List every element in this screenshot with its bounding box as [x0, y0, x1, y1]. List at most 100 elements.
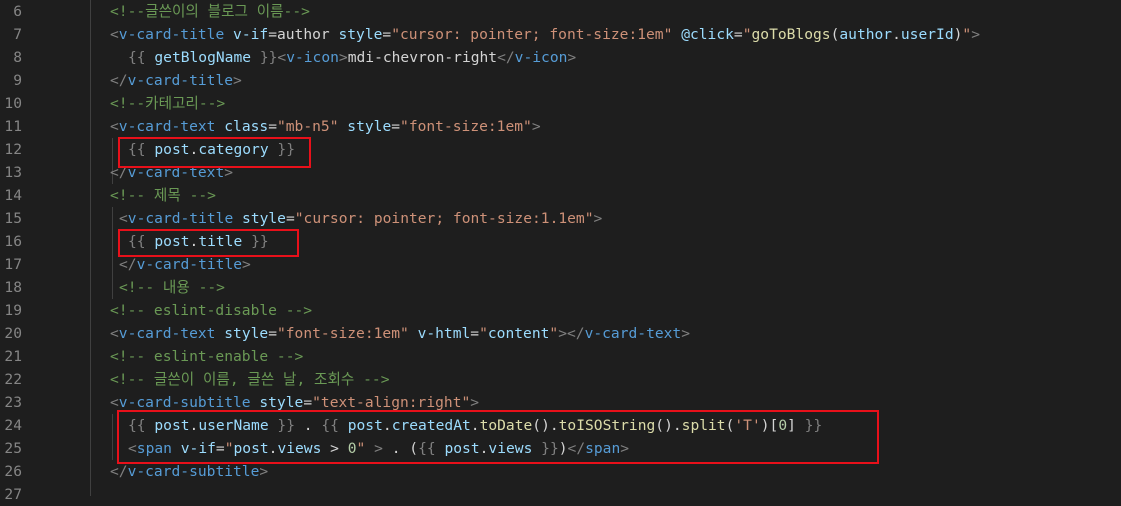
code-token: style [338, 26, 383, 43]
line-number: 18 [4, 279, 22, 296]
code-line[interactable]: <!-- 내용 --> [119, 276, 225, 299]
line-number: 12 [4, 141, 22, 158]
code-token: > [242, 256, 251, 273]
code-token: < [119, 210, 128, 227]
code-token: "font-size:1em" [276, 325, 409, 342]
code-line[interactable]: <!--글쓴이의 블로그 이름--> [110, 0, 310, 23]
line-number: 26 [4, 463, 22, 480]
code-token: > [259, 463, 269, 480]
code-token: < [110, 26, 119, 43]
line-number: 23 [4, 394, 22, 411]
code-line[interactable]: </v-card-title> [110, 69, 242, 92]
code-token: getBlogName [154, 49, 252, 66]
code-token: = [391, 118, 401, 135]
code-token: <!--글쓴이의 블로그 이름--> [110, 3, 310, 20]
code-token: v-card-text [118, 325, 216, 342]
code-token: > [233, 72, 242, 89]
code-token: </ [110, 72, 128, 89]
code-token: <!--카테고리--> [110, 95, 226, 112]
code-token: </ [110, 463, 128, 480]
code-token: " [962, 26, 972, 43]
code-token: < [110, 118, 119, 135]
line-number: 6 [13, 3, 22, 20]
code-token: = [268, 118, 277, 135]
code-token: > [971, 26, 980, 43]
code-token: = [285, 210, 295, 227]
code-token: v-card-title [136, 256, 243, 273]
code-token: @click [681, 26, 734, 43]
code-token: </ [497, 49, 515, 66]
code-line[interactable]: <v-card-title style="cursor: pointer; fo… [119, 207, 602, 230]
code-token: = [268, 325, 277, 342]
code-line[interactable]: <v-card-text style="font-size:1em" v-htm… [110, 322, 690, 345]
code-token: "text-align:right" [312, 394, 471, 411]
code-line[interactable]: <!-- eslint-enable --> [110, 345, 303, 368]
line-number: 8 [13, 49, 22, 66]
code-token: v-card-title [127, 72, 234, 89]
line-number: 20 [4, 325, 22, 342]
code-token: </ [119, 256, 137, 273]
code-token: v-card-title [118, 26, 225, 43]
code-token: v-card-subtitle [118, 394, 251, 411]
code-token: = [303, 394, 313, 411]
line-number: 19 [4, 302, 22, 319]
code-token: style [347, 118, 392, 135]
code-token: v-card-text [118, 118, 216, 135]
code-token: v-icon [514, 49, 568, 66]
code-token: <!-- 제목 --> [110, 187, 216, 204]
line-number-gutter: 6 7 8 9 10 11 12 13 14 15 16 17 18 19 20 21 22 23 24 25 26 27 [0, 0, 38, 503]
line-number: 27 [4, 486, 22, 503]
code-line[interactable]: <v-card-text class="mb-n5" style="font-s… [110, 115, 541, 138]
code-token: style [259, 394, 304, 411]
code-token: v-if [233, 26, 269, 43]
line-number: 15 [4, 210, 22, 227]
code-token: v-card-title [127, 210, 234, 227]
code-token: }} [259, 49, 278, 66]
code-token: v-card-subtitle [127, 463, 260, 480]
code-token: > [593, 210, 603, 227]
code-token: > [531, 118, 541, 135]
code-token: > [338, 49, 348, 66]
code-token: v-card-text [584, 325, 682, 342]
code-token: < [110, 394, 119, 411]
code-token: "cursor: pointer; font-size:1em" [391, 26, 673, 43]
code-token: > [567, 49, 577, 66]
code-line[interactable]: <!-- eslint-disable --> [110, 299, 312, 322]
line-number: 11 [4, 118, 22, 135]
code-token: style [242, 210, 286, 227]
code-token: . [892, 26, 901, 43]
code-token: = [382, 26, 392, 43]
code-line[interactable]: <!--카테고리--> [110, 92, 225, 115]
code-token: = [733, 26, 743, 43]
code-token: < [277, 49, 287, 66]
code-line[interactable]: <v-card-title v-if=author style="cursor:… [110, 23, 980, 46]
code-token: " [479, 325, 488, 342]
code-token: author [839, 26, 893, 43]
line-number: 24 [4, 417, 22, 434]
code-token: " [742, 26, 752, 43]
indent-guide [90, 0, 91, 496]
line-number: 22 [4, 371, 22, 388]
code-line[interactable]: {{ getBlogName }}<v-icon>mdi-chevron-rig… [128, 46, 576, 69]
code-token: content [487, 325, 550, 342]
code-token: v-icon [286, 49, 339, 66]
code-token: = [470, 325, 480, 342]
code-token: style [224, 325, 269, 342]
code-token: {{ [128, 49, 146, 66]
code-token: class [224, 118, 269, 135]
code-line[interactable]: <!-- 글쓴이 이름, 글쓴 날, 조회수 --> [110, 368, 389, 391]
code-token: userId [900, 26, 954, 43]
code-token: " [549, 325, 559, 342]
code-line[interactable]: <!-- 제목 --> [110, 184, 216, 207]
line-number: 17 [4, 256, 22, 273]
line-number: 7 [13, 26, 22, 43]
code-token: v-html [417, 325, 471, 342]
code-token: "cursor: pointer; font-size:1.1em" [294, 210, 594, 227]
code-editor[interactable]: 6 7 8 9 10 11 12 13 14 15 16 17 18 19 20 21 22 23 24 25 26 27… [0, 0, 1121, 503]
highlight-box-title [118, 229, 299, 257]
